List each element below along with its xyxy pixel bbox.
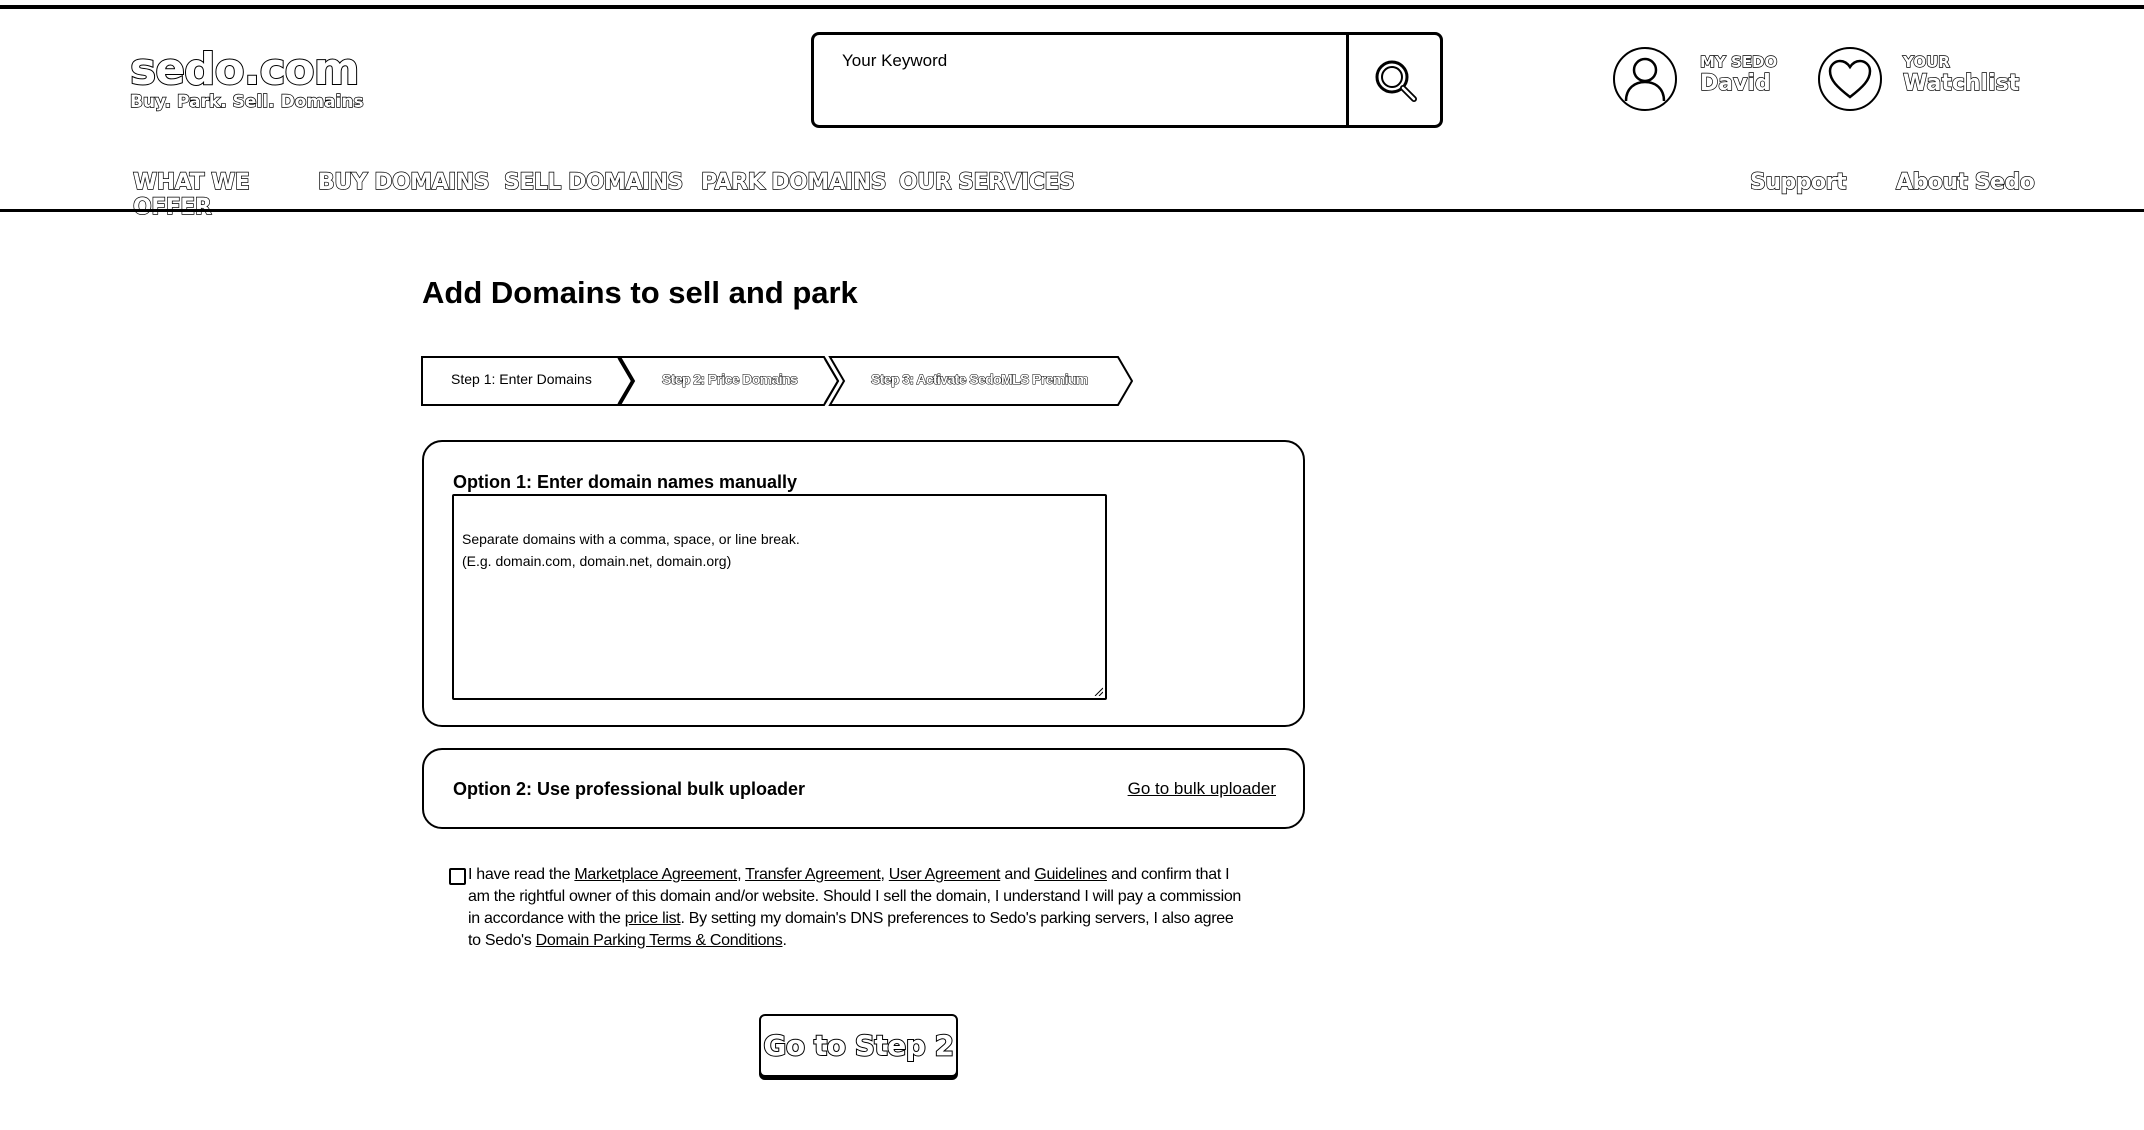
header-divider <box>0 209 2144 212</box>
agreement-text-part: , <box>737 866 746 883</box>
main-nav: WHAT WE OFFER BUY DOMAINS SELL DOMAINS P… <box>132 169 1075 220</box>
nav-park-domains[interactable]: PARK DOMAINS <box>700 169 899 220</box>
transfer-agreement-link[interactable]: Transfer Agreement <box>745 866 881 883</box>
domain-names-textarea[interactable]: Separate domains with a comma, space, or… <box>452 494 1107 700</box>
watchlist-button[interactable] <box>1818 47 1882 111</box>
agreement-text-part: . <box>782 932 787 949</box>
bulk-uploader-link[interactable]: Go to bulk uploader <box>1128 779 1276 799</box>
option-2-panel: Option 2: Use professional bulk uploader… <box>422 748 1305 829</box>
parking-terms-link[interactable]: Domain Parking Terms & Conditions <box>536 932 783 949</box>
nav-what-we-offer[interactable]: WHAT WE OFFER <box>132 169 318 220</box>
my-sedo-link[interactable]: MY SEDO David <box>1699 53 1778 97</box>
step-3-label: Step 3: Activate SedoMLS Premium <box>871 371 1089 388</box>
nav-about-sedo[interactable]: About Sedo <box>1895 169 2035 195</box>
user-agreement-link[interactable]: User Agreement <box>889 866 1001 883</box>
tagline-word: Park. <box>176 91 227 112</box>
nav-sell-domains[interactable]: SELL DOMAINS <box>503 169 701 220</box>
agreement-text-part: and <box>1000 866 1035 883</box>
watchlist-link[interactable]: YOUR Watchlist <box>1902 53 2020 97</box>
tagline-word: Domains <box>280 91 364 112</box>
agreement-text-part: , <box>880 866 889 883</box>
step-progress: Step 1: Enter Domains Step 2: Price Doma… <box>421 356 1134 411</box>
agreement-text: I have read the Marketplace Agreement, T… <box>468 864 1249 952</box>
go-to-step-2-label: Go to Step 2 <box>762 1028 955 1063</box>
search-button[interactable] <box>1346 32 1443 128</box>
heart-icon <box>1828 59 1872 99</box>
search-placeholder: Your Keyword <box>842 51 948 70</box>
price-list-link[interactable]: price list <box>625 910 681 927</box>
secondary-nav: Support About Sedo <box>1749 169 2035 195</box>
nav-our-services[interactable]: OUR SERVICES <box>898 169 1075 220</box>
watchlist-caption: YOUR <box>1902 53 1950 71</box>
marketplace-agreement-link[interactable]: Marketplace Agreement <box>574 866 737 883</box>
option-2-title: Option 2: Use professional bulk uploader <box>453 779 806 799</box>
sedo-logo[interactable]: sedo.com Buy. Park. Sell. Domains <box>129 44 364 113</box>
page-title: Add Domains to sell and park <box>422 275 858 310</box>
my-sedo-caption: MY SEDO <box>1699 53 1778 71</box>
agreement-block: I have read the Marketplace Agreement, T… <box>449 864 1249 952</box>
logo-tagline: Buy. Park. Sell. Domains <box>129 91 364 112</box>
step-2-label: Step 2: Price Domains <box>661 371 798 388</box>
step-1-label: Step 1: Enter Domains <box>451 371 592 387</box>
nav-support[interactable]: Support <box>1749 169 1847 195</box>
agreement-checkbox[interactable] <box>449 868 466 885</box>
nav-buy-domains[interactable]: BUY DOMAINS <box>317 169 504 220</box>
search-icon <box>1375 60 1417 102</box>
resize-grip-icon[interactable] <box>1093 686 1103 696</box>
textarea-placeholder: Separate domains with a comma, space, or… <box>462 531 800 569</box>
option-1-title: Option 1: Enter domain names manually <box>453 472 798 492</box>
account-name: David <box>1699 70 1771 96</box>
agreement-text-part: I have read the <box>468 866 575 883</box>
tagline-word: Sell. <box>232 91 275 112</box>
go-to-step-2-button[interactable]: Go to Step 2 <box>759 1014 958 1077</box>
watchlist-label: Watchlist <box>1902 70 2020 96</box>
account-avatar[interactable] <box>1613 47 1677 111</box>
guidelines-link[interactable]: Guidelines <box>1034 866 1107 883</box>
user-icon <box>1624 57 1666 102</box>
search-input[interactable]: Your Keyword <box>811 32 1349 128</box>
option-1-panel: Option 1: Enter domain names manually Se… <box>422 440 1305 727</box>
logo-wordmark: sedo.com <box>129 44 361 95</box>
tagline-word: Buy. <box>129 91 172 112</box>
top-border <box>0 5 2144 9</box>
